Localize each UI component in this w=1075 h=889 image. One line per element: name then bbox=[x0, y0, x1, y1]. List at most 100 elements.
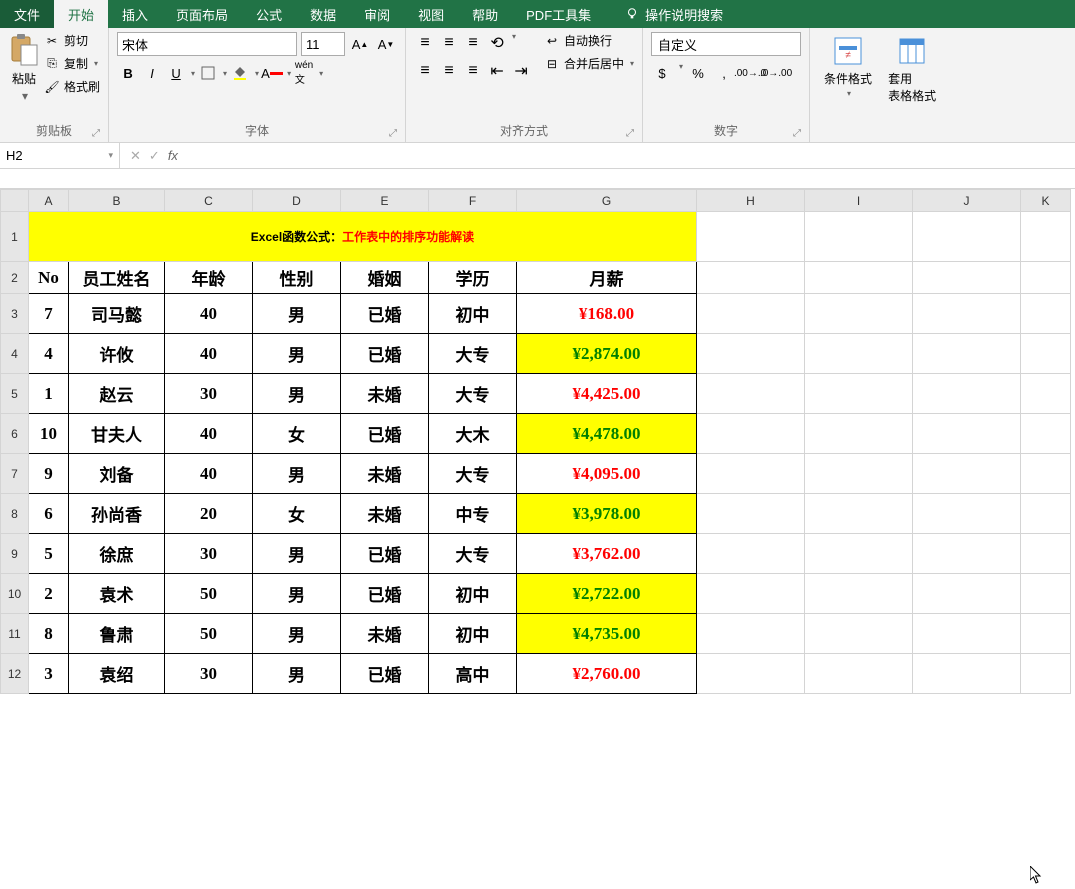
cell-marriage[interactable]: 未婚 bbox=[341, 454, 429, 494]
cell-salary[interactable]: ¥3,978.00 bbox=[517, 494, 697, 534]
header-gender[interactable]: 性别 bbox=[253, 262, 341, 294]
fill-color-button[interactable] bbox=[229, 62, 251, 84]
cell-I9[interactable] bbox=[805, 534, 913, 574]
cell-J5[interactable] bbox=[913, 374, 1021, 414]
cell-gender[interactable]: 男 bbox=[253, 534, 341, 574]
column-header-D[interactable]: D bbox=[253, 190, 341, 212]
cell-gender[interactable]: 女 bbox=[253, 494, 341, 534]
insert-function-button[interactable]: fx bbox=[168, 148, 178, 164]
cell-K5[interactable] bbox=[1021, 374, 1071, 414]
cell-no[interactable]: 5 bbox=[29, 534, 69, 574]
cell-salary[interactable]: ¥4,478.00 bbox=[517, 414, 697, 454]
bold-button[interactable]: B bbox=[117, 62, 139, 84]
cell-marriage[interactable]: 已婚 bbox=[341, 294, 429, 334]
wrap-text-button[interactable]: ↩自动换行 bbox=[544, 32, 634, 49]
cell-K1[interactable] bbox=[1021, 212, 1071, 262]
row-header-5[interactable]: 5 bbox=[1, 374, 29, 414]
row-header-2[interactable]: 2 bbox=[1, 262, 29, 294]
cell-H6[interactable] bbox=[697, 414, 805, 454]
row-header-12[interactable]: 12 bbox=[1, 654, 29, 694]
cell-education[interactable]: 大专 bbox=[429, 334, 517, 374]
dialog-launcher-icon[interactable]: ⤢ bbox=[92, 128, 100, 139]
cancel-formula-button[interactable]: ✕ bbox=[130, 148, 141, 164]
cell-K7[interactable] bbox=[1021, 454, 1071, 494]
cell-no[interactable]: 3 bbox=[29, 654, 69, 694]
cell-no[interactable]: 8 bbox=[29, 614, 69, 654]
cell-education[interactable]: 大木 bbox=[429, 414, 517, 454]
cell-no[interactable]: 2 bbox=[29, 574, 69, 614]
cell-name[interactable]: 赵云 bbox=[69, 374, 165, 414]
tab-pdf-tools[interactable]: PDF工具集 bbox=[512, 0, 605, 28]
cell-K8[interactable] bbox=[1021, 494, 1071, 534]
row-header-1[interactable]: 1 bbox=[1, 212, 29, 262]
cell-I5[interactable] bbox=[805, 374, 913, 414]
cell-K9[interactable] bbox=[1021, 534, 1071, 574]
tab-insert[interactable]: 插入 bbox=[108, 0, 162, 28]
cell-education[interactable]: 初中 bbox=[429, 294, 517, 334]
cell-name[interactable]: 袁术 bbox=[69, 574, 165, 614]
cell-marriage[interactable]: 未婚 bbox=[341, 614, 429, 654]
cell-K10[interactable] bbox=[1021, 574, 1071, 614]
cell-age[interactable]: 40 bbox=[165, 334, 253, 374]
italic-button[interactable]: I bbox=[141, 62, 163, 84]
row-header-3[interactable]: 3 bbox=[1, 294, 29, 334]
cell-K4[interactable] bbox=[1021, 334, 1071, 374]
row-header-4[interactable]: 4 bbox=[1, 334, 29, 374]
chevron-down-icon[interactable]: ▾ bbox=[108, 150, 113, 161]
row-header-6[interactable]: 6 bbox=[1, 414, 29, 454]
cell-age[interactable]: 50 bbox=[165, 614, 253, 654]
format-painter-button[interactable]: 🖌格式刷 bbox=[44, 78, 100, 95]
cell-no[interactable]: 1 bbox=[29, 374, 69, 414]
cell-salary[interactable]: ¥2,760.00 bbox=[517, 654, 697, 694]
cell-name[interactable]: 鲁肃 bbox=[69, 614, 165, 654]
cell-I3[interactable] bbox=[805, 294, 913, 334]
cell-name[interactable]: 袁绍 bbox=[69, 654, 165, 694]
align-right-button[interactable]: ≡ bbox=[462, 60, 484, 82]
cell-H1[interactable] bbox=[697, 212, 805, 262]
name-box[interactable]: ▾ bbox=[0, 143, 120, 168]
cell-no[interactable]: 9 bbox=[29, 454, 69, 494]
cell-age[interactable]: 30 bbox=[165, 534, 253, 574]
percent-button[interactable]: % bbox=[687, 62, 709, 84]
comma-style-button[interactable]: , bbox=[713, 62, 735, 84]
cell-age[interactable]: 40 bbox=[165, 414, 253, 454]
cell-K3[interactable] bbox=[1021, 294, 1071, 334]
cell-name[interactable]: 司马懿 bbox=[69, 294, 165, 334]
confirm-formula-button[interactable]: ✓ bbox=[149, 148, 160, 164]
cell-name[interactable]: 刘备 bbox=[69, 454, 165, 494]
cell-J3[interactable] bbox=[913, 294, 1021, 334]
cell-I4[interactable] bbox=[805, 334, 913, 374]
select-all-corner[interactable] bbox=[1, 190, 29, 212]
column-header-C[interactable]: C bbox=[165, 190, 253, 212]
cell-H4[interactable] bbox=[697, 334, 805, 374]
cell-H5[interactable] bbox=[697, 374, 805, 414]
header-salary[interactable]: 月薪 bbox=[517, 262, 697, 294]
cell-K2[interactable] bbox=[1021, 262, 1071, 294]
column-header-I[interactable]: I bbox=[805, 190, 913, 212]
cell-age[interactable]: 30 bbox=[165, 654, 253, 694]
tab-home[interactable]: 开始 bbox=[54, 0, 108, 28]
tab-data[interactable]: 数据 bbox=[296, 0, 350, 28]
cell-marriage[interactable]: 已婚 bbox=[341, 334, 429, 374]
cell-J10[interactable] bbox=[913, 574, 1021, 614]
formula-input[interactable] bbox=[188, 148, 1075, 163]
cell-H10[interactable] bbox=[697, 574, 805, 614]
cell-education[interactable]: 大专 bbox=[429, 534, 517, 574]
tab-file[interactable]: 文件 bbox=[0, 0, 54, 28]
cell-I7[interactable] bbox=[805, 454, 913, 494]
row-header-11[interactable]: 11 bbox=[1, 614, 29, 654]
cell-salary[interactable]: ¥4,095.00 bbox=[517, 454, 697, 494]
align-top-button[interactable]: ≡ bbox=[414, 32, 436, 54]
cell-salary[interactable]: ¥2,874.00 bbox=[517, 334, 697, 374]
cell-age[interactable]: 40 bbox=[165, 454, 253, 494]
tab-review[interactable]: 审阅 bbox=[350, 0, 404, 28]
tab-view[interactable]: 视图 bbox=[404, 0, 458, 28]
cell-age[interactable]: 50 bbox=[165, 574, 253, 614]
cell-age[interactable]: 30 bbox=[165, 374, 253, 414]
header-age[interactable]: 年龄 bbox=[165, 262, 253, 294]
cell-I12[interactable] bbox=[805, 654, 913, 694]
cell-marriage[interactable]: 未婚 bbox=[341, 494, 429, 534]
tab-help[interactable]: 帮助 bbox=[458, 0, 512, 28]
font-color-button[interactable]: A bbox=[261, 62, 283, 84]
cell-education[interactable]: 初中 bbox=[429, 614, 517, 654]
